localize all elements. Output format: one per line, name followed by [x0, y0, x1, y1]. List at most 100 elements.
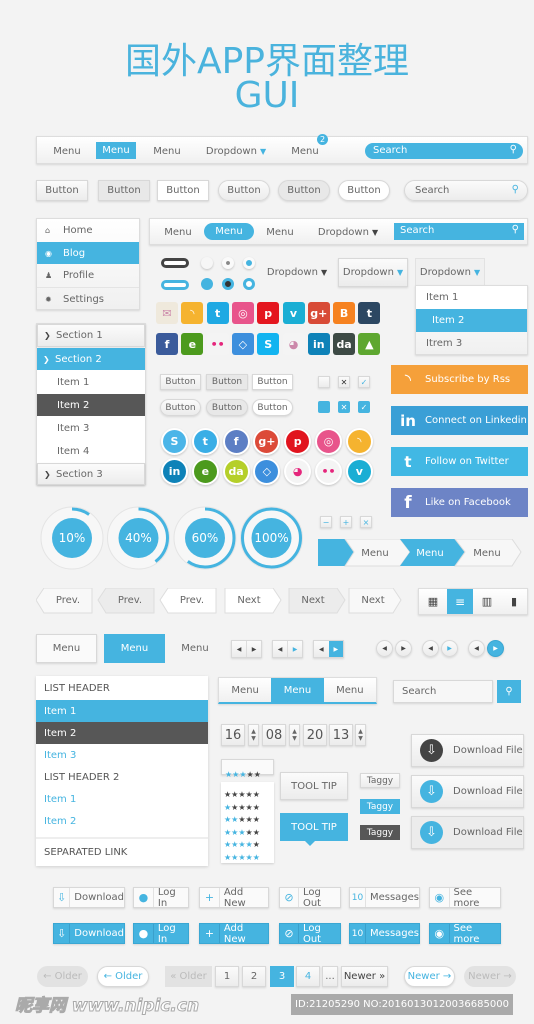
- small-button[interactable]: Button: [252, 374, 293, 390]
- search-input-2[interactable]: Search ⚲: [404, 180, 528, 201]
- nav1-menu-1[interactable]: Menu: [47, 143, 87, 159]
- linkedin-icon[interactable]: in: [161, 458, 188, 485]
- newer-page-button[interactable]: Newer »: [341, 966, 388, 987]
- accordion-item[interactable]: Item 3: [37, 417, 145, 439]
- log-out-button[interactable]: ⊘ Log Out: [279, 923, 341, 945]
- dribbble-icon[interactable]: ◎: [315, 428, 342, 455]
- segment-active[interactable]: Menu: [271, 678, 324, 702]
- time-field-seconds[interactable]: 20: [303, 724, 327, 746]
- mail-icon[interactable]: ✉: [156, 302, 178, 324]
- subscribe-rss-button[interactable]: ◝ Subscribe by Rss: [391, 365, 528, 394]
- deviantart-icon[interactable]: da: [222, 458, 250, 485]
- blogger-icon[interactable]: B: [333, 302, 356, 324]
- older-button[interactable]: ← Older: [97, 966, 149, 987]
- radio-dot-grey[interactable]: [222, 257, 234, 269]
- dropbox-icon[interactable]: ◇: [231, 333, 254, 355]
- star-rating[interactable]: ★★★★★: [221, 759, 274, 779]
- segment[interactable]: Menu: [219, 678, 271, 702]
- google-plus-icon[interactable]: g+: [253, 428, 281, 455]
- accordion-item[interactable]: Item 1: [37, 371, 145, 393]
- tag-white[interactable]: Taggy: [360, 773, 400, 788]
- dropdown-open-toggle[interactable]: Dropdown ▼: [415, 258, 485, 286]
- next-button[interactable]: Next: [349, 592, 397, 609]
- connect-linkedin-button[interactable]: in Connect on Linkedin: [391, 406, 528, 435]
- pinterest-icon[interactable]: p: [284, 428, 312, 455]
- breadcrumb-menu-1[interactable]: Menu: [355, 545, 395, 561]
- next-button[interactable]: Next: [225, 592, 273, 609]
- menu-button[interactable]: Menu: [36, 634, 97, 663]
- download-file-button[interactable]: ⇩ Download File: [411, 775, 524, 808]
- nav2-dropdown[interactable]: Dropdown ▼: [312, 224, 384, 240]
- star-row[interactable]: ★★★★★: [224, 824, 271, 837]
- twitter-icon[interactable]: t: [206, 302, 229, 324]
- deviantart-icon[interactable]: da: [333, 333, 356, 355]
- star-row[interactable]: ★★★★★: [224, 811, 271, 824]
- sidebar-item-home[interactable]: ⌂ Home: [37, 219, 139, 242]
- segment[interactable]: Menu: [324, 678, 376, 702]
- arrow-right-icon[interactable]: ▶: [287, 641, 302, 657]
- star-row[interactable]: ★★★★★: [224, 786, 271, 799]
- follow-twitter-button[interactable]: t Follow on Twitter: [391, 447, 528, 476]
- arrow-right-icon[interactable]: ▶: [328, 641, 343, 657]
- checkbox-x[interactable]: ✕: [338, 376, 350, 388]
- button-1[interactable]: Button: [36, 180, 88, 201]
- download-file-button[interactable]: ⇩ Download File: [411, 816, 524, 849]
- checkbox-blue-x[interactable]: ✕: [338, 401, 350, 413]
- pinterest-icon[interactable]: p: [257, 302, 280, 324]
- evernote-icon[interactable]: e: [181, 333, 204, 355]
- menu-link[interactable]: Menu: [175, 640, 215, 657]
- facebook-icon[interactable]: f: [156, 333, 178, 355]
- arrow-left-icon[interactable]: ◀: [422, 640, 439, 657]
- breadcrumb-menu-2[interactable]: Menu: [410, 545, 450, 561]
- radio-blue-filled[interactable]: [201, 278, 213, 290]
- button-5[interactable]: Button: [278, 180, 330, 201]
- tag-dark[interactable]: Taggy: [360, 825, 400, 840]
- rss-icon[interactable]: ◝: [345, 428, 373, 455]
- log-in-button[interactable]: ● Log In: [133, 923, 189, 945]
- rss-icon[interactable]: ◝: [181, 302, 204, 324]
- search-input[interactable]: Search ⚲: [365, 143, 523, 159]
- prev-button[interactable]: Prev.: [168, 592, 216, 609]
- google-plus-icon[interactable]: g+: [307, 302, 330, 324]
- like-facebook-button[interactable]: f Like on Facebook: [391, 488, 528, 517]
- time-field-minutes[interactable]: 08: [262, 724, 286, 746]
- messages-button[interactable]: 10 Messages: [349, 923, 420, 944]
- dropdown-button[interactable]: Dropdown ▼: [338, 258, 408, 287]
- star-row[interactable]: ★★★★★: [224, 799, 271, 812]
- small-pill-button[interactable]: Button: [160, 399, 201, 416]
- small-pill-button[interactable]: Button: [206, 399, 248, 416]
- twitter-icon[interactable]: t: [191, 428, 219, 455]
- list-item[interactable]: Item 3: [36, 744, 208, 766]
- star-icon[interactable]: ★: [254, 770, 261, 779]
- location-pin-button[interactable]: ⚲: [497, 680, 521, 703]
- see-more-button[interactable]: ◉ See more: [429, 923, 501, 945]
- download-file-button[interactable]: ⇩ Download File: [411, 734, 524, 767]
- checkbox-checked[interactable]: ✓: [358, 376, 370, 388]
- linkedin-icon[interactable]: in: [307, 333, 330, 355]
- next-button[interactable]: Next: [289, 592, 337, 609]
- star-row[interactable]: ★★★★★: [224, 836, 271, 849]
- nav2-menu-3[interactable]: Menu: [260, 224, 300, 240]
- flickr-icon[interactable]: ••: [206, 333, 229, 355]
- dropdown-item[interactable]: Itrem 3: [416, 332, 527, 355]
- accordion-section-3[interactable]: ❯ Section 3: [37, 463, 145, 485]
- radio-empty[interactable]: [201, 257, 213, 269]
- toggle-on[interactable]: [161, 280, 189, 290]
- dropdown-item[interactable]: Item 1: [416, 286, 527, 309]
- dribbble-icon[interactable]: ◎: [231, 302, 254, 324]
- page-3-current[interactable]: 3: [270, 966, 294, 987]
- radio-blue-selected[interactable]: [222, 278, 234, 290]
- treehouse-icon[interactable]: ▲: [358, 333, 381, 355]
- sidebar-item-blog[interactable]: ◉ Blog: [37, 242, 139, 264]
- search-input-4[interactable]: Search: [393, 680, 493, 703]
- add-new-button[interactable]: + Add New: [199, 887, 269, 909]
- button-4[interactable]: Button: [218, 180, 270, 201]
- checkbox-empty[interactable]: [318, 376, 330, 388]
- checkbox-blue-checked[interactable]: ✓: [358, 401, 370, 413]
- toggle-off[interactable]: [161, 258, 189, 268]
- arrow-right-icon[interactable]: ▶: [395, 640, 412, 657]
- spinner-arrows[interactable]: ▲ ▼: [248, 724, 259, 746]
- log-out-button[interactable]: ⊘ Log Out: [279, 887, 341, 909]
- list-item-dark[interactable]: Item 2: [36, 722, 208, 744]
- dropdown-item-active[interactable]: Item 2: [416, 309, 527, 332]
